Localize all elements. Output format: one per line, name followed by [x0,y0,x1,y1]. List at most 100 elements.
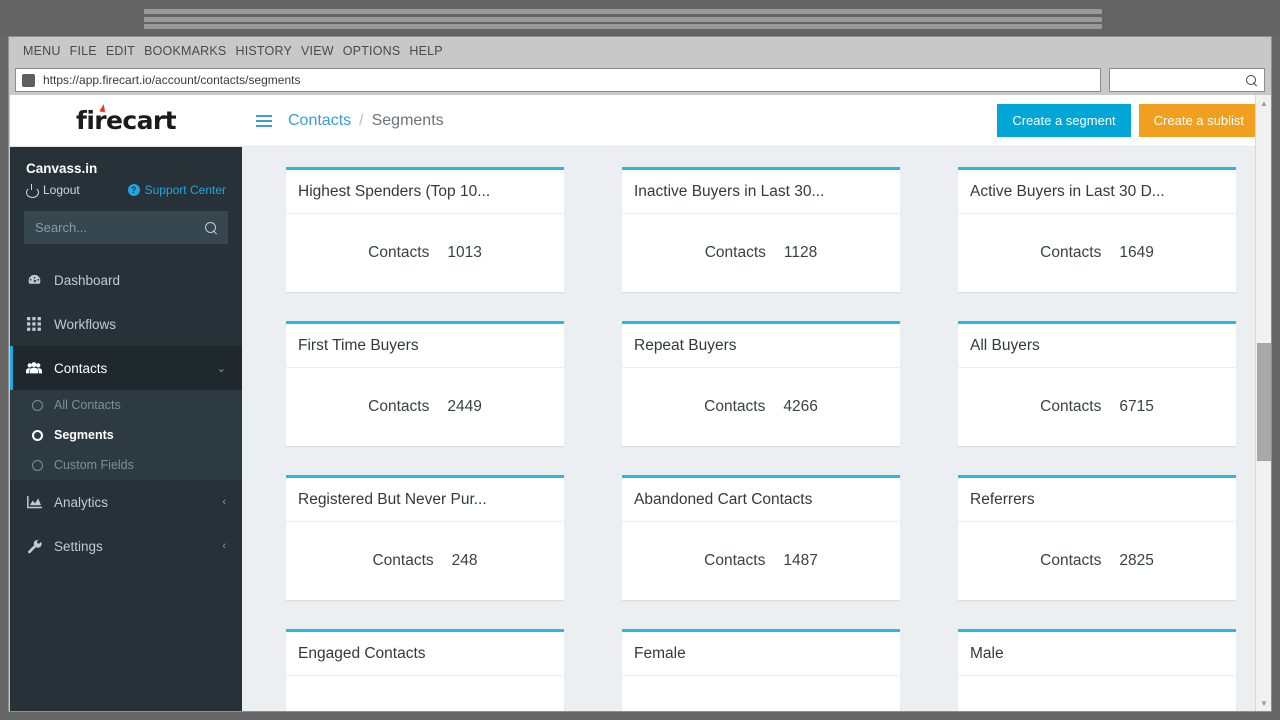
sidebar-item-custom-fields[interactable]: Custom Fields [10,450,242,480]
segment-card-body: Contacts 2825 [958,522,1236,600]
segment-card[interactable]: Highest Spenders (Top 10... Contacts 101… [286,167,564,292]
menu-item-history[interactable]: HISTORY [235,44,292,58]
segment-card[interactable]: All Buyers Contacts 6715 [958,321,1236,446]
create-sublist-button[interactable]: Create a sublist [1138,104,1259,137]
menu-item-bookmarks[interactable]: BOOKMARKS [144,44,226,58]
menu-item-help[interactable]: HELP [409,44,442,58]
menu-item-menu[interactable]: MENU [23,44,61,58]
sidebar-item-dashboard[interactable]: Dashboard [10,258,242,302]
segment-card[interactable]: First Time Buyers Contacts 2449 [286,321,564,446]
browser-window: MENU FILE EDIT BOOKMARKS HISTORY VIEW OP… [0,0,1280,720]
browser-menubar[interactable]: MENU FILE EDIT BOOKMARKS HISTORY VIEW OP… [9,37,1271,65]
segment-card[interactable]: Abandoned Cart Contacts Contacts 1487 [622,475,900,600]
contacts-count: 248 [451,552,478,569]
sidebar-subitem-label: All Contacts [54,398,121,412]
segment-card-body: Contacts 6715 [958,368,1236,446]
segment-card-title: Registered But Never Pur... [286,478,564,522]
segment-card-title: Engaged Contacts [286,632,564,676]
segment-card[interactable]: Engaged Contacts [286,629,564,711]
sidebar-item-settings[interactable]: Settings ‹ [10,524,242,568]
sidebar-item-segments[interactable]: Segments [10,420,242,450]
sidebar-search-input[interactable]: Search... [24,211,228,244]
segment-card-title: First Time Buyers [286,324,564,368]
segment-title-text: First Time Buyers [298,336,419,354]
sidebar-subitem-label: Custom Fields [54,458,134,472]
create-segment-button[interactable]: Create a segment [997,104,1131,137]
segment-title-text: Engaged Contacts [298,644,426,662]
circle-icon [32,399,43,411]
sidebar-subitem-label: Segments [54,428,114,442]
menu-item-view[interactable]: VIEW [301,44,334,58]
chevron-left-icon: ‹ [222,540,226,552]
segment-card-body: Contacts 1128 [622,214,900,292]
support-center-link[interactable]: ? Support Center [127,183,226,197]
circle-icon [32,459,43,471]
sidebar-item-all-contacts[interactable]: All Contacts [10,390,242,420]
contacts-label: Contacts [368,244,430,261]
segment-title-text: Inactive Buyers in Last 30... [634,182,825,200]
chevron-left-icon: ‹ [222,496,226,508]
app-logo[interactable]: firecart [10,95,242,147]
segment-card-title: Male [958,632,1236,676]
sidebar-item-workflows[interactable]: Workflows [10,302,242,346]
segment-card-body: Contacts 4266 [622,368,900,446]
sidebar-search-placeholder: Search... [35,220,88,235]
segment-card[interactable]: Active Buyers in Last 30 D... Contacts 1… [958,167,1236,292]
sidebar-item-label: Dashboard [54,272,121,288]
segment-card-body [286,676,564,711]
segment-card[interactable]: Repeat Buyers Contacts 4266 [622,321,900,446]
sidebar-item-contacts[interactable]: Contacts ⌄ [10,346,242,390]
menu-item-options[interactable]: OPTIONS [343,44,401,58]
search-icon [205,221,217,234]
sidebar: firecart Canvass.in Logout ? Support Cen… [10,95,242,711]
contacts-label: Contacts [1040,244,1102,261]
question-icon: ? [127,184,140,196]
logo-text: firecart [76,106,177,135]
users-icon [26,361,42,375]
menu-item-edit[interactable]: EDIT [106,44,135,58]
logout-button[interactable]: Logout [26,183,80,198]
browser-chrome: MENU FILE EDIT BOOKMARKS HISTORY VIEW OP… [8,36,1272,712]
browser-search-input[interactable] [1109,68,1265,92]
segment-title-text: Referrers [970,490,1035,508]
segment-title-text: Abandoned Cart Contacts [634,490,813,508]
segment-card-title: All Buyers [958,324,1236,368]
wrench-icon [26,539,42,554]
search-icon [1246,74,1257,86]
segment-card[interactable]: Male [958,629,1236,711]
segment-card-title: Highest Spenders (Top 10... [286,170,564,214]
contacts-count: 2825 [1119,552,1154,569]
contacts-count: 1649 [1119,244,1154,261]
contacts-label: Contacts [1040,552,1102,569]
hamburger-icon[interactable] [256,114,272,127]
scrollbar-thumb[interactable] [1257,343,1271,461]
segment-card-body [958,676,1236,711]
address-bar[interactable]: https://app.firecart.io/account/contacts… [15,68,1101,92]
menu-item-file[interactable]: FILE [70,44,97,58]
page-header: Contacts / Segments Create a segment Cre… [242,95,1271,147]
contacts-count: 4266 [783,398,818,415]
segment-card[interactable]: Female [622,629,900,711]
vertical-scrollbar[interactable]: ▲ ▼ [1255,95,1271,711]
contacts-count: 1128 [783,244,818,261]
segment-title-text: Highest Spenders (Top 10... [298,182,491,200]
browser-titlebar [0,0,1280,36]
sidebar-item-analytics[interactable]: Analytics ‹ [10,480,242,524]
scroll-up-icon[interactable]: ▲ [1256,95,1271,111]
breadcrumb-contacts[interactable]: Contacts [288,112,351,130]
account-name: Canvass.in [26,161,98,176]
scroll-down-icon[interactable]: ▼ [1256,695,1271,711]
power-icon [26,183,39,198]
segment-card[interactable]: Inactive Buyers in Last 30... Contacts 1… [622,167,900,292]
segment-card-body: Contacts 1649 [958,214,1236,292]
segment-card[interactable]: Referrers Contacts 2825 [958,475,1236,600]
breadcrumb: Contacts / Segments [288,112,444,130]
contacts-count: 1013 [447,244,482,261]
sidebar-item-label: Settings [54,538,103,554]
circle-icon [32,429,43,441]
segment-title-text: Registered But Never Pur... [298,490,487,508]
account-block: Canvass.in Logout ? Support Center [10,147,242,198]
segment-card-title: Abandoned Cart Contacts [622,478,900,522]
segment-card[interactable]: Registered But Never Pur... Contacts 248 [286,475,564,600]
segment-card-title: Referrers [958,478,1236,522]
